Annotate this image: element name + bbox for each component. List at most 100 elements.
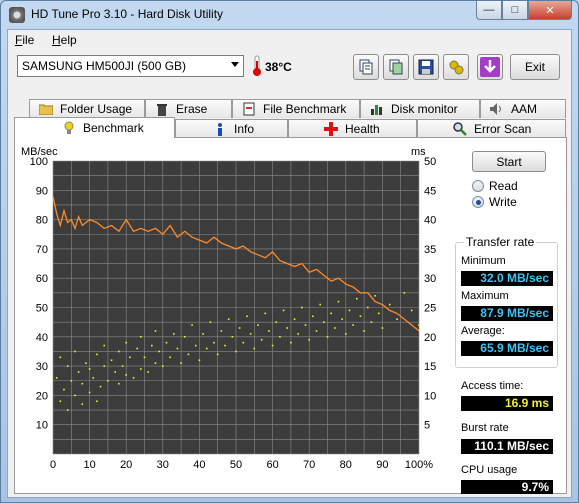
maximum-label: Maximum [461, 290, 509, 302]
tab-health[interactable]: Health [288, 119, 417, 138]
access-point [242, 341, 245, 344]
cpu-usage-value: 9.7% [461, 480, 553, 494]
access-point [74, 350, 76, 353]
write-radio[interactable]: Write [472, 195, 517, 209]
y-tick-left: 80 [36, 215, 48, 227]
drive-select[interactable]: SAMSUNG HM500JI (500 GB) [17, 55, 244, 77]
options-button[interactable] [443, 54, 469, 80]
menu-bar: File Help [8, 30, 571, 50]
access-point [136, 347, 138, 350]
access-point [279, 336, 281, 338]
tab-aam[interactable]: AAM [480, 99, 566, 118]
access-point [348, 309, 351, 312]
x-tick: 100% [405, 459, 433, 471]
access-point [396, 318, 398, 321]
access-point [418, 324, 420, 326]
access-point [162, 365, 164, 367]
access-point [176, 347, 179, 350]
copy-text-button[interactable] [353, 54, 379, 80]
y-tick-left: 60 [36, 273, 48, 285]
average-value: 65.9 MB/sec [461, 341, 553, 356]
access-point [74, 394, 76, 397]
speaker-icon [490, 103, 501, 115]
tab-folder-usage[interactable]: Folder Usage [29, 99, 145, 118]
drive-select-value: SAMSUNG HM500JI (500 GB) [22, 59, 187, 73]
access-point [308, 338, 310, 341]
tab-info[interactable]: Info [175, 119, 288, 138]
thermometer-icon [253, 55, 261, 76]
access-point [381, 327, 384, 329]
minimize-button[interactable]: — [476, 1, 502, 20]
access-point [140, 368, 142, 370]
access-point [121, 365, 124, 367]
x-tick: 50 [230, 459, 242, 471]
y-tick-left: 70 [36, 244, 48, 256]
access-point [293, 318, 296, 321]
access-point [297, 333, 300, 335]
copy-screenshot-button[interactable] [383, 54, 409, 80]
start-button[interactable]: Start [472, 151, 546, 172]
maximum-value: 87.9 MB/sec [461, 306, 553, 321]
access-point [271, 344, 274, 347]
access-point [304, 324, 307, 326]
write-radio-label: Write [489, 195, 517, 209]
y-tick-right: 15 [424, 361, 436, 373]
tab-label: Health [345, 122, 380, 136]
read-radio[interactable]: Read [472, 179, 518, 193]
access-point [275, 321, 278, 323]
tab-disk-monitor[interactable]: Disk monitor [360, 99, 480, 118]
save-button[interactable] [413, 54, 439, 80]
access-point [301, 306, 303, 309]
access-point [209, 321, 212, 323]
tab-error-scan[interactable]: Error Scan [417, 119, 566, 138]
temperature-readout: 38°C [265, 60, 292, 74]
access-point [59, 400, 62, 403]
x-tick: 20 [120, 459, 132, 471]
y-tick-right: 25 [424, 303, 436, 315]
access-point [282, 309, 285, 312]
access-point [363, 330, 365, 332]
y-tick-left: 50 [36, 303, 48, 315]
access-point [260, 338, 263, 341]
access-time-value: 16.9 ms [461, 396, 553, 411]
access-point [264, 312, 267, 315]
maximize-button[interactable]: □ [502, 1, 528, 20]
x-tick: 70 [303, 459, 315, 471]
y-tick-right: 35 [424, 244, 436, 256]
tab-erase[interactable]: Erase [145, 99, 232, 118]
y-tick-right: 5 [424, 420, 430, 432]
access-point [377, 312, 380, 315]
access-point [341, 318, 343, 321]
access-point [96, 400, 98, 403]
access-point [198, 359, 201, 362]
y-tick-left: 30 [36, 361, 48, 373]
access-point [118, 382, 120, 385]
access-point [253, 347, 256, 350]
access-point [125, 374, 127, 376]
radio-dot [472, 180, 484, 192]
menu-file[interactable]: File [15, 33, 34, 47]
close-button[interactable]: ✕ [528, 1, 572, 20]
menu-help[interactable]: Help [52, 33, 77, 47]
download-button[interactable] [477, 54, 503, 80]
access-point [326, 336, 329, 338]
access-point [88, 391, 91, 394]
access-point [290, 341, 292, 344]
access-point [81, 382, 84, 385]
tab-label: File Benchmark [263, 102, 347, 116]
minimum-label: Minimum [461, 255, 506, 267]
access-point [129, 356, 131, 359]
access-point [180, 362, 182, 364]
exit-button[interactable]: Exit [510, 54, 560, 80]
tab-benchmark[interactable]: Benchmark [14, 117, 175, 138]
x-tick: 40 [193, 459, 205, 471]
title-bar: HD Tune Pro 3.10 - Hard Disk Utility — □… [1, 1, 578, 29]
access-point [125, 341, 127, 344]
tab-file-benchmark[interactable]: File Benchmark [232, 99, 360, 118]
access-point [96, 353, 98, 356]
access-point [366, 306, 369, 309]
chevron-down-icon [231, 62, 239, 67]
access-point [403, 292, 406, 294]
access-point [227, 318, 230, 321]
access-point [286, 327, 289, 329]
